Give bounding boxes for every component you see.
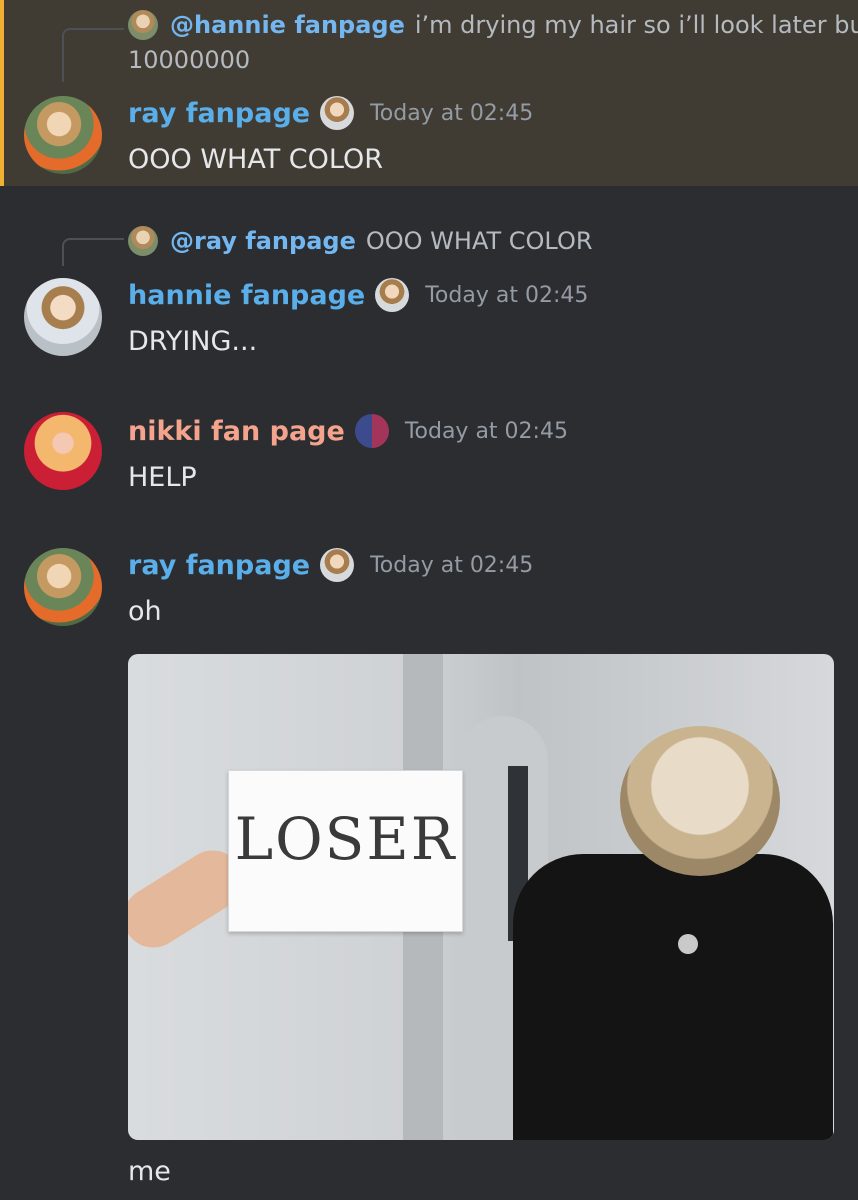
message-header: nikki fan page Today at 02:45 <box>128 414 568 448</box>
username[interactable]: ray fanpage <box>128 550 310 581</box>
person-shirt <box>513 854 833 1140</box>
message-header: ray fanpage Today at 02:45 <box>128 548 533 582</box>
avatar[interactable] <box>24 412 102 490</box>
message-content: HELP <box>128 462 197 493</box>
avatar[interactable] <box>24 278 102 356</box>
timestamp: Today at 02:45 <box>404 418 568 444</box>
reply-text-wrap: 10000000 <box>128 46 251 74</box>
message[interactable]: nikki fan page Today at 02:45 HELP <box>0 396 858 516</box>
reply-text: i’m drying my hair so i’ll look later bu… <box>414 11 858 39</box>
avatar[interactable] <box>24 548 102 626</box>
reply-mention[interactable]: @hannie fanpage <box>170 11 405 39</box>
timestamp: Today at 02:45 <box>425 282 589 308</box>
role-badge-icon <box>354 414 389 448</box>
username[interactable]: ray fanpage <box>128 98 310 129</box>
message-header: hannie fanpage Today at 02:45 <box>128 278 588 312</box>
timestamp: Today at 02:45 <box>370 100 534 126</box>
reply-text: OOO WHAT COLOR <box>365 227 593 255</box>
reply-spine <box>62 238 124 266</box>
username[interactable]: hannie fanpage <box>128 280 365 311</box>
message-header: ray fanpage Today at 02:45 <box>128 96 533 130</box>
message-content: OOO WHAT COLOR <box>128 144 383 175</box>
role-badge-icon <box>375 278 410 312</box>
avatar[interactable] <box>24 96 102 174</box>
reply-spine <box>62 28 124 82</box>
mic-icon <box>678 934 698 954</box>
paper-sign: LOSER <box>228 770 463 932</box>
message-highlighted[interactable]: @hannie fanpage i’m drying my hair so i’… <box>0 0 858 186</box>
role-badge-icon <box>320 96 355 130</box>
message-content-after: me <box>128 1156 171 1187</box>
image-attachment[interactable]: LOSER <box>128 654 834 1140</box>
reply-avatar <box>128 226 158 256</box>
reply-preview[interactable]: @ray fanpage OOO WHAT COLOR <box>128 226 593 256</box>
message-content: DRYING... <box>128 326 258 357</box>
person-head <box>620 726 780 876</box>
sign-text: LOSER <box>234 805 457 873</box>
role-badge-icon <box>320 548 355 582</box>
reply-preview[interactable]: @hannie fanpage i’m drying my hair so i’… <box>128 10 858 40</box>
message-content: oh <box>128 596 162 627</box>
reply-avatar <box>128 10 158 40</box>
reply-mention[interactable]: @ray fanpage <box>170 227 356 255</box>
message[interactable]: @ray fanpage OOO WHAT COLOR hannie fanpa… <box>0 186 858 386</box>
username[interactable]: nikki fan page <box>128 416 345 447</box>
timestamp: Today at 02:45 <box>370 552 534 578</box>
